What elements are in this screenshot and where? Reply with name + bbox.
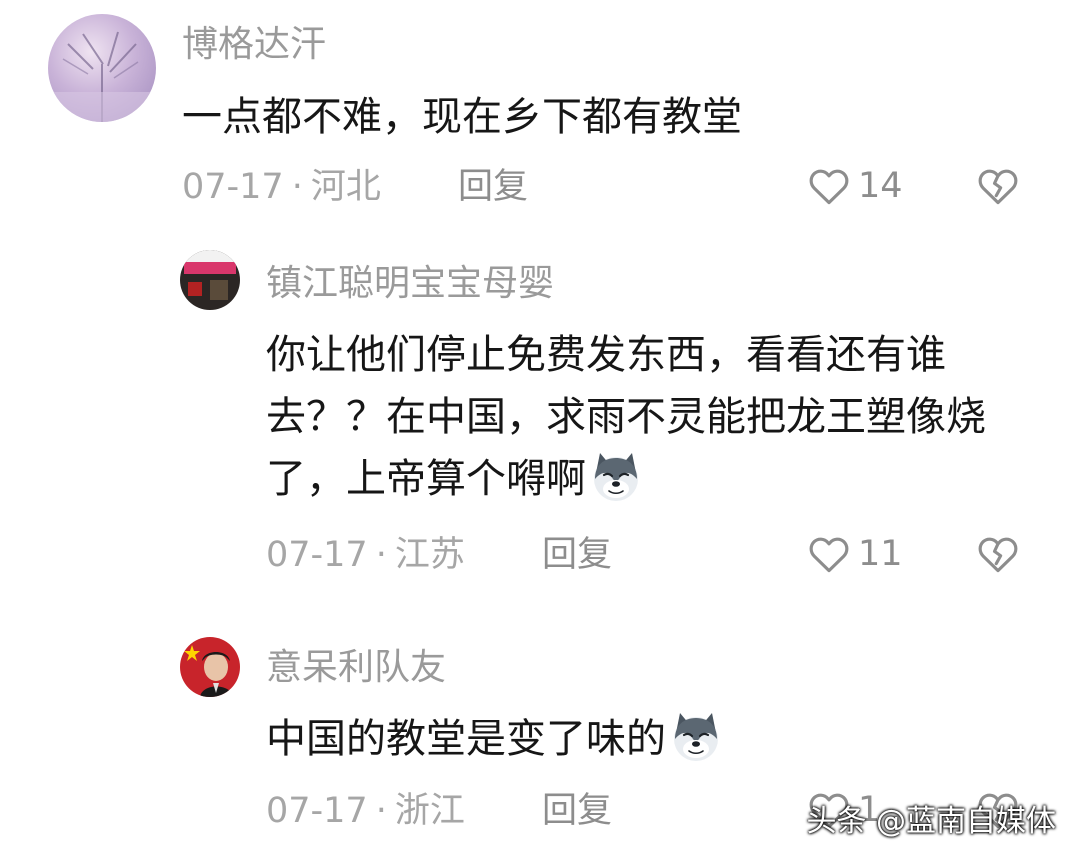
reply-button[interactable]: 回复 <box>542 538 612 573</box>
like-count: 11 <box>858 533 903 574</box>
comment-date: 07-17 <box>266 535 368 575</box>
meta-separator: · <box>375 791 387 831</box>
comment-text: 中国的教堂是变了味的 <box>266 708 1036 770</box>
watermark: 头条 @蓝南自媒体 <box>806 804 1056 839</box>
like-button[interactable]: 14 <box>808 166 903 206</box>
meta-separator: · <box>375 535 387 575</box>
like-count: 14 <box>858 165 903 206</box>
reply-button[interactable]: 回复 <box>458 170 528 205</box>
like-button[interactable]: 11 <box>808 534 903 574</box>
comment-meta: 07-17 · 浙江 <box>266 794 465 829</box>
avatar[interactable] <box>180 250 240 310</box>
husky-dog-emoji <box>588 449 644 505</box>
reply-button[interactable]: 回复 <box>542 794 612 829</box>
comment-location: 江苏 <box>394 535 465 575</box>
comment-text: 你让他们停止免费发东西，看看还有谁去？？在中国，求雨不灵能把龙王塑像烧了，上帝算… <box>266 324 1036 510</box>
comment-username[interactable]: 意呆利队友 <box>266 650 446 686</box>
comment-location: 河北 <box>310 167 381 207</box>
comment-username[interactable]: 镇江聪明宝宝母婴 <box>266 266 554 302</box>
meta-separator: · <box>291 167 303 207</box>
comment-meta: 07-17 · 江苏 <box>266 538 465 573</box>
comment-meta: 07-17 · 河北 <box>182 170 381 205</box>
comment-body: 中国的教堂是变了味的 <box>266 716 666 762</box>
comment-date: 07-17 <box>266 791 368 831</box>
avatar[interactable] <box>180 637 240 697</box>
avatar[interactable] <box>48 14 156 122</box>
broken-heart-icon[interactable] <box>977 534 1019 574</box>
husky-dog-emoji <box>668 709 724 765</box>
heart-outline-icon <box>808 166 850 206</box>
heart-outline-icon <box>808 534 850 574</box>
comment-date: 07-17 <box>182 167 284 207</box>
avatar-image <box>48 31 156 122</box>
broken-heart-icon[interactable] <box>977 166 1019 206</box>
comment-location: 浙江 <box>394 791 465 831</box>
avatar-image <box>184 645 234 697</box>
avatar-image <box>180 250 240 300</box>
comment-text: 一点都不难，现在乡下都有教堂 <box>182 94 742 140</box>
comment-username[interactable]: 博格达汗 <box>182 27 326 63</box>
